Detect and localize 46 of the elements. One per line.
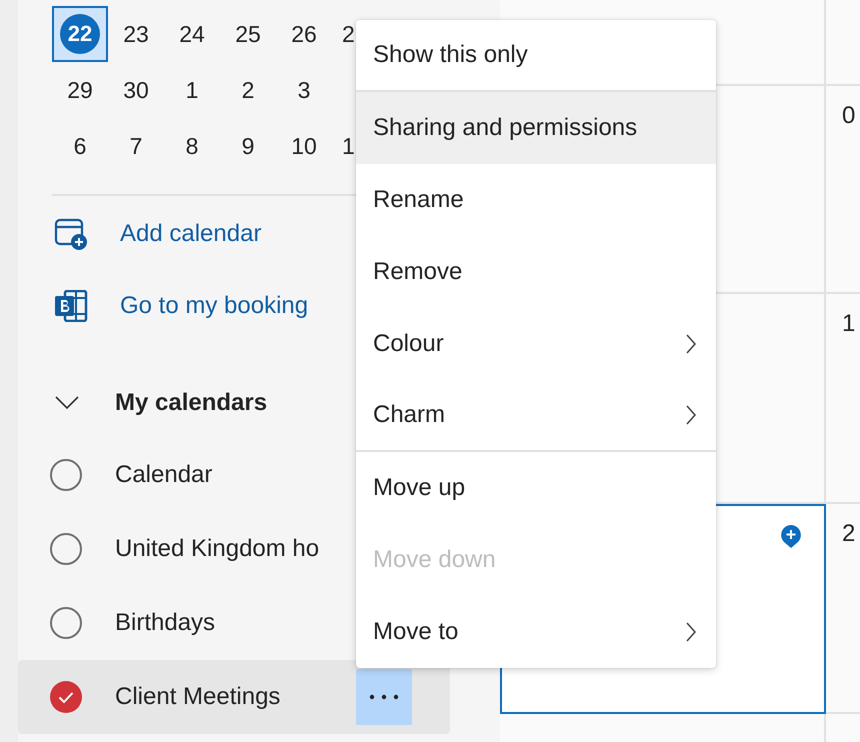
calendar-name: Calendar <box>115 461 212 489</box>
calendar-list-item[interactable]: Client Meetings <box>18 660 450 734</box>
calendar-name: Birthdays <box>115 609 216 637</box>
day-number: 0 <box>842 102 856 129</box>
calendar-day[interactable]: 26 <box>276 6 332 62</box>
calendar-day[interactable]: 24 <box>164 6 220 62</box>
menu-item[interactable]: Move up <box>356 452 716 524</box>
chevron-right-icon <box>686 334 696 354</box>
calendar-day[interactable]: 3 <box>276 62 332 118</box>
radio-circle[interactable] <box>50 459 82 491</box>
day-cell[interactable]: 0 <box>826 86 860 294</box>
calendar-name: United Kingdom ho <box>115 535 320 563</box>
menu-item[interactable]: Charm <box>356 380 716 452</box>
chevron-right-icon <box>686 622 696 642</box>
calendar-day[interactable]: 10 <box>276 118 332 174</box>
menu-item[interactable]: Colour <box>356 308 716 380</box>
calendar-day[interactable]: 30 <box>108 62 164 118</box>
add-event-pin-icon <box>780 524 802 549</box>
menu-item[interactable]: Sharing and permissions <box>356 92 716 164</box>
calendar-day[interactable]: 2 <box>220 62 276 118</box>
menu-item[interactable]: Rename <box>356 164 716 236</box>
day-number: 2 <box>842 520 856 547</box>
calendar-add-icon <box>54 218 88 250</box>
calendar-day[interactable]: 25 <box>220 6 276 62</box>
calendar-day[interactable]: 1 <box>164 62 220 118</box>
menu-item[interactable]: Remove <box>356 236 716 308</box>
day-cell[interactable]: 2 <box>826 504 860 714</box>
day-cell[interactable]: 1 <box>826 294 860 504</box>
booking-icon <box>54 290 88 322</box>
radio-circle[interactable] <box>50 607 82 639</box>
calendar-day[interactable]: 22 <box>52 6 108 62</box>
more-icon <box>369 694 399 700</box>
day-number: 1 <box>842 310 856 337</box>
calendar-day[interactable]: 29 <box>52 62 108 118</box>
calendar-day[interactable]: 6 <box>52 118 108 174</box>
chevron-right-icon <box>686 405 696 425</box>
section-heading[interactable]: My calendars <box>115 389 268 417</box>
radio-circle[interactable] <box>50 533 82 565</box>
calendar-day[interactable]: 23 <box>108 6 164 62</box>
calendar-day[interactable]: 8 <box>164 118 220 174</box>
link[interactable]: Go to my booking <box>120 292 308 320</box>
calendar-day[interactable]: 9 <box>220 118 276 174</box>
checked-circle-icon[interactable] <box>50 681 82 713</box>
link[interactable]: Add calendar <box>120 220 262 248</box>
calendar-day[interactable]: 7 <box>108 118 164 174</box>
calendar-name: Client Meetings <box>115 683 280 711</box>
